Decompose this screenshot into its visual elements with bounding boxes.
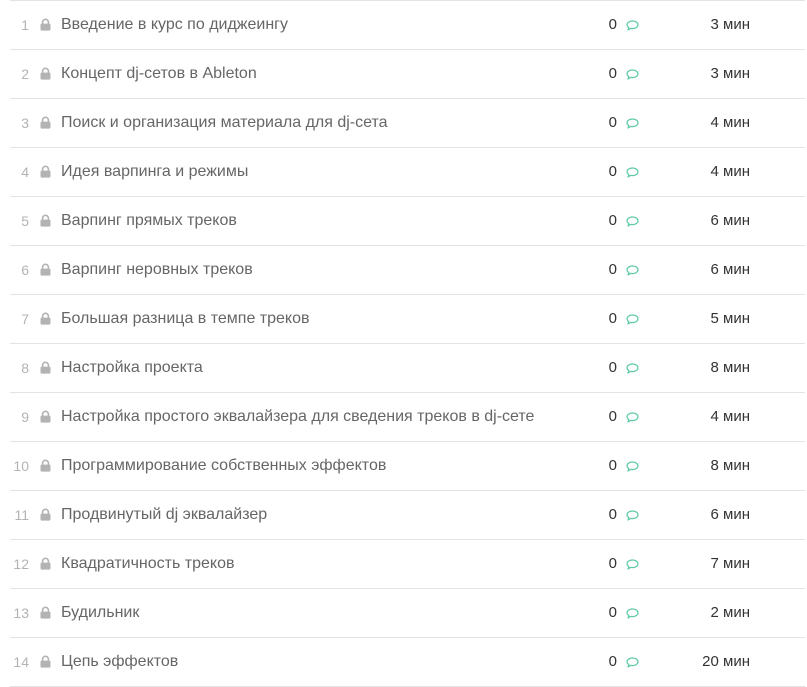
lesson-number: 3 xyxy=(21,115,29,131)
comment-count: 0 xyxy=(608,212,617,229)
lesson-title[interactable]: Цепь эффектов xyxy=(61,638,178,686)
comment-count: 0 xyxy=(608,604,617,621)
lesson-duration: 5 мин xyxy=(710,310,751,327)
lesson-duration: 3 мин xyxy=(710,65,751,82)
lock-icon xyxy=(40,116,51,129)
comment-bubble-icon[interactable] xyxy=(626,118,639,129)
comment-bubble-icon[interactable] xyxy=(626,559,639,570)
comment-count: 0 xyxy=(608,114,617,131)
lesson-number: 2 xyxy=(21,66,29,82)
comment-count: 0 xyxy=(608,261,617,278)
lesson-title[interactable]: Варпинг неровных треков xyxy=(61,246,253,294)
lock-icon xyxy=(40,606,51,619)
comment-bubble-icon[interactable] xyxy=(626,363,639,374)
lesson-row[interactable]: 2 Концепт dj-сетов в Ableton 0 3 мин xyxy=(10,50,805,99)
lesson-title[interactable]: Концепт dj-сетов в Ableton xyxy=(61,50,257,98)
comment-count: 0 xyxy=(608,65,617,82)
lesson-number: 13 xyxy=(13,605,29,621)
lesson-duration: 6 мин xyxy=(710,506,751,523)
lesson-title[interactable]: Программирование собственных эффектов xyxy=(61,442,386,490)
lesson-title[interactable]: Большая разница в темпе треков xyxy=(61,295,310,343)
comment-bubble-icon[interactable] xyxy=(626,265,639,276)
lock-icon xyxy=(40,165,51,178)
lesson-number: 7 xyxy=(21,311,29,327)
lesson-row[interactable]: 8 Настройка проекта 0 8 мин xyxy=(10,344,805,393)
lesson-duration: 20 мин xyxy=(702,653,750,670)
lock-icon xyxy=(40,214,51,227)
lesson-title[interactable]: Введение в курс по диджеингу xyxy=(61,1,288,49)
lesson-title[interactable]: Квадратичность треков xyxy=(61,540,234,588)
lesson-title[interactable]: Варпинг прямых треков xyxy=(61,197,237,245)
comment-count: 0 xyxy=(608,457,617,474)
comment-count: 0 xyxy=(608,16,617,33)
lesson-title[interactable]: Будильник xyxy=(61,589,139,637)
lesson-duration: 4 мин xyxy=(710,163,751,180)
lesson-row[interactable]: 12 Квадратичность треков 0 7 мин xyxy=(10,540,805,589)
lesson-number: 1 xyxy=(21,17,29,33)
lesson-number: 6 xyxy=(21,262,29,278)
lesson-number: 9 xyxy=(21,409,29,425)
lock-icon xyxy=(40,263,51,276)
lesson-number: 10 xyxy=(13,458,29,474)
lock-icon xyxy=(40,18,51,31)
comment-count: 0 xyxy=(608,408,617,425)
lesson-number: 12 xyxy=(13,556,29,572)
lesson-duration: 6 мин xyxy=(710,261,751,278)
comment-bubble-icon[interactable] xyxy=(626,461,639,472)
lesson-duration: 8 мин xyxy=(710,359,751,376)
lesson-row[interactable]: 1 Введение в курс по диджеингу 0 3 мин xyxy=(10,1,805,50)
lesson-row[interactable]: 14 Цепь эффектов 0 20 мин xyxy=(10,638,805,687)
lesson-list: 1 Введение в курс по диджеингу 0 3 мин 2… xyxy=(10,0,805,687)
lock-icon xyxy=(40,312,51,325)
lesson-row[interactable]: 5 Варпинг прямых треков 0 6 мин xyxy=(10,197,805,246)
lesson-number: 5 xyxy=(21,213,29,229)
lesson-row[interactable]: 13 Будильник 0 2 мин xyxy=(10,589,805,638)
lesson-row[interactable]: 3 Поиск и организация материала для dj-с… xyxy=(10,99,805,148)
lock-icon xyxy=(40,410,51,423)
lesson-title[interactable]: Продвинутый dj эквалайзер xyxy=(61,491,267,539)
lesson-title[interactable]: Настройка проекта xyxy=(61,344,203,392)
lock-icon xyxy=(40,508,51,521)
lesson-duration: 7 мин xyxy=(710,555,751,572)
lock-icon xyxy=(40,655,51,668)
comment-bubble-icon[interactable] xyxy=(626,314,639,325)
lesson-row[interactable]: 7 Большая разница в темпе треков 0 5 мин xyxy=(10,295,805,344)
lesson-row[interactable]: 11 Продвинутый dj эквалайзер 0 6 мин xyxy=(10,491,805,540)
lesson-row[interactable]: 6 Варпинг неровных треков 0 6 мин xyxy=(10,246,805,295)
lock-icon xyxy=(40,459,51,472)
comment-count: 0 xyxy=(608,310,617,327)
lesson-duration: 3 мин xyxy=(710,16,751,33)
lock-icon xyxy=(40,67,51,80)
lesson-number: 11 xyxy=(14,507,29,523)
lesson-title[interactable]: Поиск и организация материала для dj-сет… xyxy=(61,99,388,147)
comment-bubble-icon[interactable] xyxy=(626,657,639,668)
comment-bubble-icon[interactable] xyxy=(626,20,639,31)
lesson-duration: 4 мин xyxy=(710,114,751,131)
lesson-title[interactable]: Настройка простого эквалайзера для сведе… xyxy=(61,393,534,441)
lesson-duration: 4 мин xyxy=(710,408,751,425)
comment-bubble-icon[interactable] xyxy=(626,167,639,178)
lesson-number: 4 xyxy=(21,164,29,180)
lesson-number: 8 xyxy=(21,360,29,376)
comment-bubble-icon[interactable] xyxy=(626,608,639,619)
comment-bubble-icon[interactable] xyxy=(626,69,639,80)
comment-bubble-icon[interactable] xyxy=(626,216,639,227)
lesson-row[interactable]: 9 Настройка простого эквалайзера для све… xyxy=(10,393,805,442)
lesson-row[interactable]: 4 Идея варпинга и режимы 0 4 мин xyxy=(10,148,805,197)
comment-bubble-icon[interactable] xyxy=(626,510,639,521)
comment-count: 0 xyxy=(608,506,617,523)
comment-count: 0 xyxy=(608,163,617,180)
comment-bubble-icon[interactable] xyxy=(626,412,639,423)
comment-count: 0 xyxy=(608,555,617,572)
lesson-number: 14 xyxy=(13,654,29,670)
lesson-row[interactable]: 10 Программирование собственных эффектов… xyxy=(10,442,805,491)
comment-count: 0 xyxy=(608,653,617,670)
lesson-title[interactable]: Идея варпинга и режимы xyxy=(61,148,248,196)
lesson-duration: 6 мин xyxy=(710,212,751,229)
lock-icon xyxy=(40,557,51,570)
comment-count: 0 xyxy=(608,359,617,376)
lesson-duration: 2 мин xyxy=(710,604,751,621)
lock-icon xyxy=(40,361,51,374)
lesson-duration: 8 мин xyxy=(710,457,751,474)
